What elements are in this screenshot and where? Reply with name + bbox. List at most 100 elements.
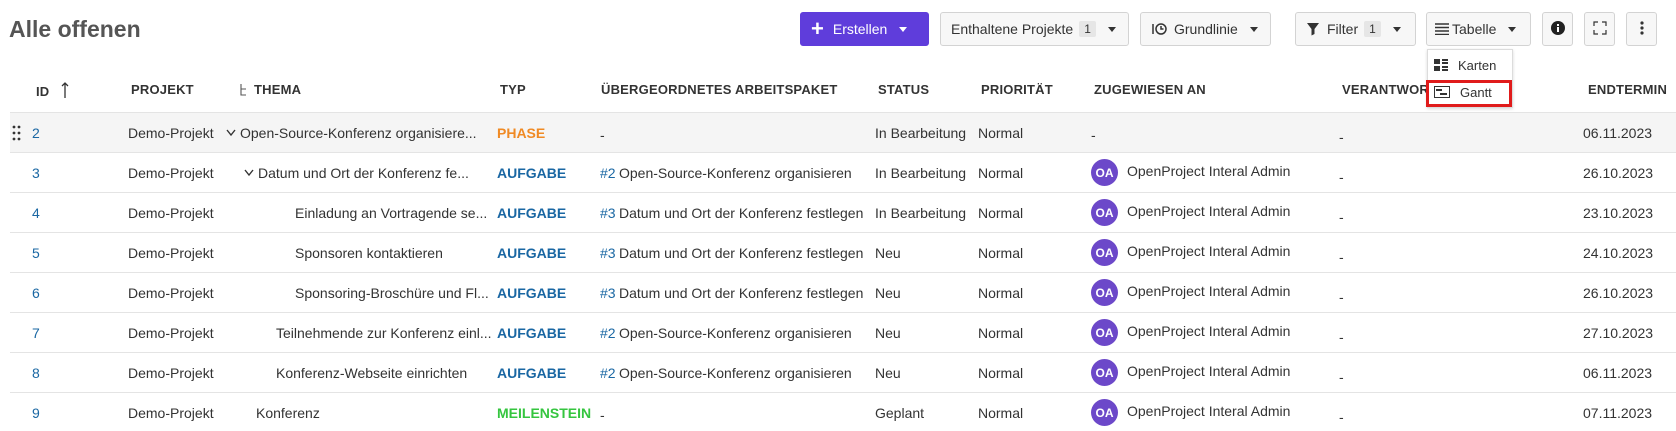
view-mode-label: Tabelle [1452,21,1497,37]
parent-cell[interactable]: Datum und Ort der Konferenz festlegen [619,245,863,261]
info-button[interactable] [1542,12,1573,46]
assignee-cell[interactable]: OpenProject Interal Admin [1127,163,1290,179]
column-header-assignee[interactable]: ZUGEWIESEN AN [1094,82,1206,97]
chevron-down-icon [1392,26,1401,32]
priority-cell: Normal [978,365,1024,381]
type-cell: AUFGABE [497,325,567,341]
subject-cell[interactable]: Sponsoren kontaktieren [295,245,443,261]
assignee-cell[interactable]: OpenProject Interal Admin [1127,403,1290,419]
column-header-type[interactable]: TYP [500,82,526,97]
column-header-project[interactable]: PROJEKT [131,82,194,97]
subject-cell[interactable]: Konferenz [256,405,320,421]
accountable-cell: - [1339,289,1344,305]
status-cell: Neu [875,285,901,301]
table-row[interactable]: 6 Demo-Projekt Sponsoring-Broschüre und Fl… [10,272,1676,312]
status-cell: Neu [875,245,901,261]
fullscreen-button[interactable] [1584,12,1615,46]
column-header-priority[interactable]: PRIORITÄT [981,82,1053,97]
table-row[interactable]: 7 Demo-Projekt Teilnehmende zur Konferenz … [10,312,1676,352]
create-button[interactable]: + Erstellen [800,12,929,46]
more-vertical-icon [1639,20,1644,38]
more-actions-button[interactable] [1626,12,1657,46]
column-header-finish-date[interactable]: ENDTERMIN [1588,82,1667,97]
work-package-id-link[interactable]: 3 [32,165,40,181]
column-header-subject-label: THEMA [254,82,302,97]
avatar: OA [1091,279,1118,306]
create-label: Erstellen [832,21,888,37]
work-package-id-link[interactable]: 4 [32,205,40,221]
assignee-cell[interactable]: OpenProject Interal Admin [1127,243,1290,259]
table-row[interactable]: 2 Demo-Projekt Open-Source-Konferenz organ… [10,112,1676,152]
column-header-subject[interactable]: THEMA [240,82,301,100]
work-package-id-link[interactable]: 9 [32,405,40,421]
baseline-button[interactable]: Grundlinie [1140,12,1271,46]
column-header-accountable[interactable]: VERANTWORTLICH [1342,82,1426,97]
parent-ref-link[interactable]: #3 [600,205,616,221]
info-icon [1550,20,1565,38]
table-row[interactable]: 5 Demo-Projekt Sponsoren kontaktieren AUFGA… [10,232,1676,272]
parent-ref-link[interactable]: #3 [600,245,616,261]
fullscreen-icon [1592,20,1607,38]
chevron-down-icon[interactable] [244,169,254,177]
subject-cell[interactable]: Teilnehmende zur Konferenz einl... [276,325,492,341]
parent-cell[interactable]: Open-Source-Konferenz organisieren [619,165,852,181]
project-cell: Demo-Projekt [128,365,214,381]
subject-cell[interactable]: Datum und Ort der Konferenz fe... [258,165,469,181]
work-package-id-link[interactable]: 5 [32,245,40,261]
accountable-cell: - [1339,169,1344,185]
parent-cell[interactable]: Open-Source-Konferenz organisieren [619,325,852,341]
parent-ref-link[interactable]: #2 [600,325,616,341]
included-projects-label: Enthaltene Projekte [951,21,1074,37]
drag-handle-icon[interactable] [12,125,21,141]
assignee-cell[interactable]: OpenProject Interal Admin [1127,283,1290,299]
highlight-box [1426,80,1512,107]
subject-cell[interactable]: Open-Source-Konferenz organisiere... [240,125,477,141]
parent-ref-link[interactable]: #2 [600,165,616,181]
type-cell: AUFGABE [497,205,567,221]
column-header-parent[interactable]: ÜBERGEORDNETES ARBEITSPAKET [601,82,838,97]
finish-date-cell: 24.10.2023 [1583,245,1654,261]
work-package-id-link[interactable]: 7 [32,325,40,341]
status-cell: Neu [875,365,901,381]
work-package-id-link[interactable]: 6 [32,285,40,301]
parent-cell[interactable]: Open-Source-Konferenz organisieren [619,365,852,381]
subject-cell[interactable]: Sponsoring-Broschüre und Fl... [295,285,489,301]
work-package-id-link[interactable]: 8 [32,365,40,381]
work-package-id-link[interactable]: 2 [32,125,40,141]
parent-ref-link[interactable]: #2 [600,365,616,381]
filter-button[interactable]: Filter 1 [1295,12,1416,46]
table-header: ID PROJEKT THEMA TYP ÜBERGEORDNETES ARBE… [0,70,1676,112]
toolbar: + Erstellen Enthaltene Projekte 1 Grundl… [0,12,1676,46]
type-cell: MEILENSTEIN [497,405,592,421]
table-row[interactable]: 4 Demo-Projekt Einladung an Vortragende se… [10,192,1676,232]
status-cell: In Bearbeitung [875,125,967,141]
included-projects-button[interactable]: Enthaltene Projekte 1 [940,12,1129,46]
parent-ref-link[interactable]: #3 [600,285,616,301]
table-row[interactable]: 3 Demo-Projekt Datum und Ort der Konferenz… [10,152,1676,192]
assignee-cell: - [1091,127,1096,143]
type-cell: AUFGABE [497,165,567,181]
accountable-cell: - [1339,249,1344,265]
subject-cell[interactable]: Einladung an Vortragende se... [295,205,487,221]
menu-item-cards[interactable]: Karten [1434,54,1496,76]
finish-date-cell: 23.10.2023 [1583,205,1654,221]
filter-icon [1306,22,1320,36]
project-cell: Demo-Projekt [128,245,214,261]
column-header-status[interactable]: STATUS [878,82,929,97]
menu-item-cards-label: Karten [1458,57,1497,73]
project-cell: Demo-Projekt [128,125,214,141]
chevron-down-icon[interactable] [226,129,236,137]
column-header-id[interactable]: ID [36,82,69,101]
parent-cell: - [600,407,605,423]
subject-cell[interactable]: Konferenz-Webseite einrichten [276,365,467,381]
parent-cell[interactable]: Datum und Ort der Konferenz festlegen [619,205,863,221]
table-row[interactable]: 9 Demo-Projekt Konferenz MEILENSTEIN - Geplan… [10,392,1676,431]
table-row[interactable]: 8 Demo-Projekt Konferenz-Webseite einricht… [10,352,1676,392]
parent-cell[interactable]: Datum und Ort der Konferenz festlegen [619,285,863,301]
view-mode-button[interactable]: Tabelle [1426,12,1531,46]
assignee-cell[interactable]: OpenProject Interal Admin [1127,323,1290,339]
projects-count-badge: 1 [1079,21,1096,37]
avatar: OA [1091,359,1118,386]
assignee-cell[interactable]: OpenProject Interal Admin [1127,363,1290,379]
assignee-cell[interactable]: OpenProject Interal Admin [1127,203,1290,219]
